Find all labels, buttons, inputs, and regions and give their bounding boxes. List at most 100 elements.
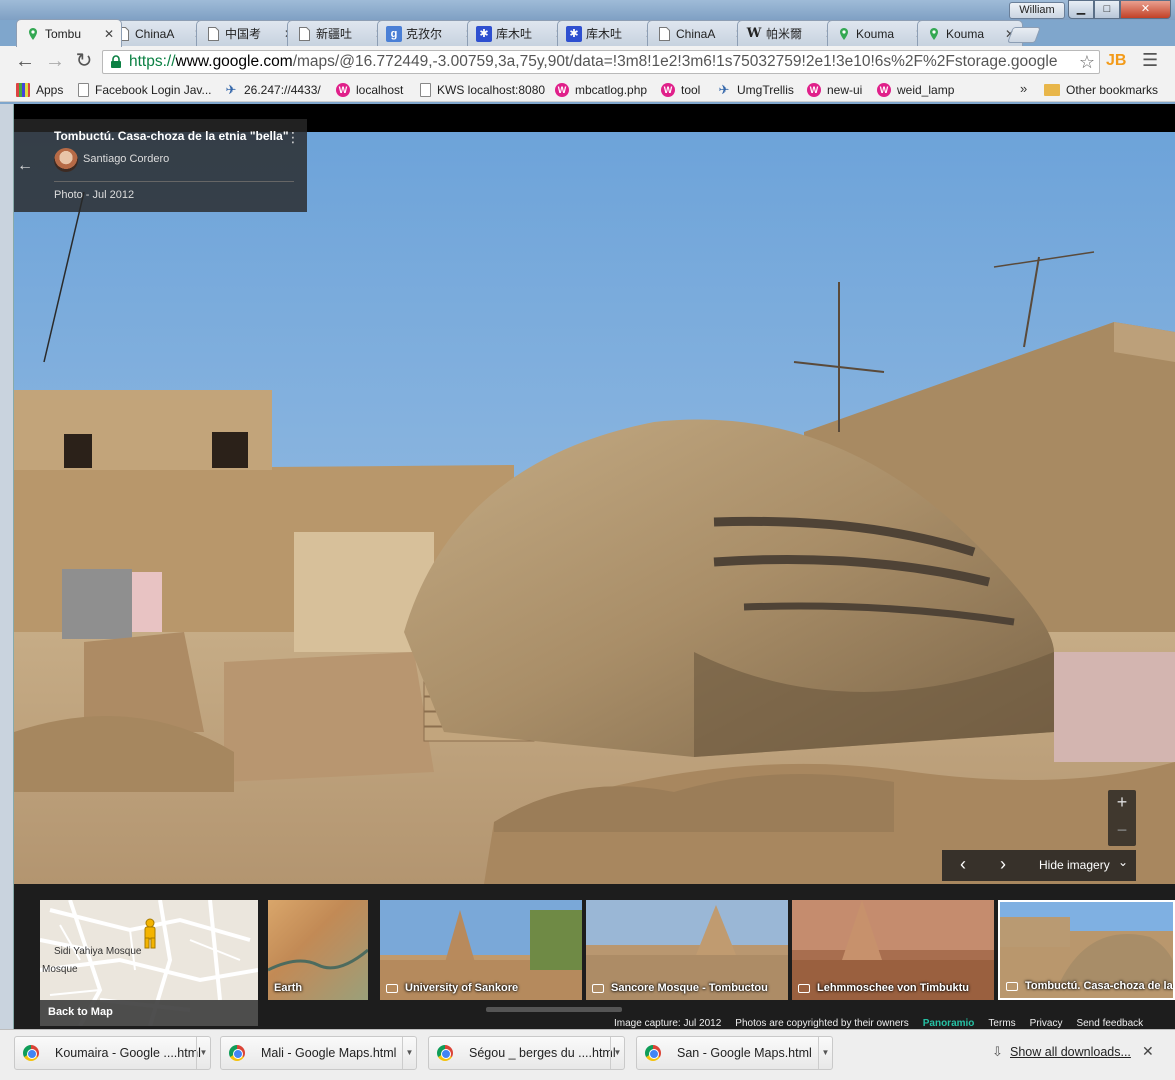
photo-title: Tombuctú. Casa-choza de la etnia "bella"	[54, 129, 289, 143]
close-window-button[interactable]: ✕	[1120, 0, 1171, 19]
desktop-edge	[0, 104, 14, 1029]
thumbnail-lehmmoschee[interactable]: Lehmmoschee von Timbuktu	[792, 900, 994, 1000]
maximize-button[interactable]: □	[1094, 0, 1120, 19]
w-icon: W	[336, 83, 350, 97]
url-scheme: https://	[129, 53, 176, 70]
map-label-mosque: Mosque	[42, 964, 78, 975]
bookmark-tool[interactable]: Wtool	[661, 81, 700, 99]
address-bar[interactable]: https://www.google.com/maps/@16.772449,-…	[102, 50, 1100, 74]
tab-close-icon[interactable]: ✕	[103, 27, 115, 41]
thumbnail-label: University of Sankore	[386, 982, 518, 994]
bookmark-label: Apps	[36, 83, 64, 97]
tab-title: 帕米爾	[766, 27, 803, 41]
thumbnail-earth[interactable]: Earth	[268, 900, 368, 1000]
zoom-in-button[interactable]: +	[1108, 792, 1136, 816]
jetbrains-extension-icon[interactable]: JB	[1106, 52, 1126, 70]
back-arrow-icon[interactable]: ←	[14, 119, 36, 212]
chrome-icon	[229, 1045, 245, 1061]
tab-title: ChinaA	[135, 26, 175, 41]
bookmark-26-247[interactable]: ✈ 26.247://4433/	[224, 81, 321, 99]
send-feedback-link[interactable]: Send feedback	[1076, 1018, 1143, 1029]
bookmark-kws-localhost[interactable]: KWS localhost:8080	[420, 81, 545, 99]
camera-icon	[1006, 981, 1018, 991]
plane-icon: ✈	[718, 82, 730, 97]
zoom-out-button[interactable]: −	[1108, 820, 1136, 844]
chevron-down-icon[interactable]: ▼	[196, 1037, 210, 1069]
browser-toolbar: ← → ↻ https://www.google.com/maps/@16.77…	[0, 46, 1175, 78]
imagery-control-bar: ‹ › Hide imagery ⌄	[942, 850, 1136, 881]
w-icon: W	[807, 83, 821, 97]
google-maps-icon	[836, 26, 852, 42]
url-path: /maps/@16.772449,-3.00759,3a,75y,90t/dat…	[292, 53, 1058, 70]
w-icon: W	[661, 83, 675, 97]
back-to-map-button[interactable]: Back to Map	[40, 1000, 258, 1026]
download-item-san[interactable]: San - Google Maps.html ▼	[636, 1036, 833, 1070]
image-capture-date: Image capture: Jul 2012	[614, 1018, 722, 1029]
download-item-mali[interactable]: Mali - Google Maps.html ▼	[220, 1036, 417, 1070]
download-item-segou[interactable]: Ségou _ berges du ....html ▼	[428, 1036, 625, 1070]
camera-icon	[798, 983, 810, 993]
bookmark-label: 26.247://4433/	[244, 83, 321, 97]
strip-scrollbar[interactable]	[486, 1007, 622, 1012]
back-arrow-icon[interactable]: ←	[14, 51, 36, 73]
street-photo[interactable]	[14, 132, 1175, 884]
bookmark-label: KWS localhost:8080	[437, 83, 546, 97]
bookmark-mbcatlog[interactable]: Wmbcatlog.php	[555, 81, 647, 99]
more-options-icon[interactable]: ⋮	[286, 129, 300, 146]
panoramio-logo[interactable]: Panoramio	[923, 1018, 975, 1029]
privacy-link[interactable]: Privacy	[1030, 1018, 1063, 1029]
bookmark-weid-lamp[interactable]: Wweid_lamp	[877, 81, 954, 99]
bookmarks-overflow-chevron[interactable]: »	[1020, 81, 1027, 96]
new-tab-button[interactable]	[1007, 27, 1041, 43]
author-name[interactable]: Santiago Cordero	[83, 153, 169, 165]
w-icon: W	[877, 83, 891, 97]
thumbnail-tombuctu-casa-choza[interactable]: Tombuctú. Casa-choza de la	[998, 900, 1175, 1000]
terms-link[interactable]: Terms	[988, 1018, 1015, 1029]
close-downloads-icon[interactable]: ✕	[1142, 1043, 1154, 1060]
imagery-strip: Sidi Yahiya Mosque Mosque Back to Map Ea…	[14, 884, 1175, 1029]
forward-arrow-icon[interactable]: →	[44, 51, 66, 73]
double-chevron-down-icon[interactable]: ⌄	[1118, 855, 1128, 869]
bookmark-umgtrellis[interactable]: ✈ UmgTrellis	[717, 81, 794, 99]
pegman-icon[interactable]	[140, 918, 160, 950]
profile-button[interactable]: William	[1009, 2, 1065, 19]
thumbnail-label: Tombuctú. Casa-choza de la	[1006, 980, 1173, 992]
minimize-button[interactable]: ▁	[1068, 0, 1094, 19]
url-text: https://www.google.com/maps/@16.772449,-…	[129, 53, 1057, 71]
thumbnail-label: Sancore Mosque - Tombuctou	[592, 982, 768, 994]
bookmark-facebook-login[interactable]: Facebook Login Jav...	[78, 81, 212, 99]
document-icon	[205, 26, 221, 42]
photo-date: Photo - Jul 2012	[54, 189, 135, 201]
lock-icon	[111, 55, 121, 68]
chevron-down-icon[interactable]: ▼	[818, 1037, 832, 1069]
chevron-right-icon[interactable]: ›	[990, 854, 1016, 878]
chevron-left-icon[interactable]: ‹	[950, 854, 976, 878]
downloads-bar: Koumaira - Google ....html ▼ Mali - Goog…	[0, 1029, 1175, 1080]
author-avatar[interactable]	[54, 148, 78, 172]
reload-icon[interactable]: ↻	[73, 51, 95, 73]
thumbnail-sancore-mosque[interactable]: Sancore Mosque - Tombuctou	[586, 900, 788, 1000]
thumbnail-label: Earth	[274, 982, 303, 994]
divider	[54, 181, 294, 182]
tab-title: ChinaA	[676, 26, 716, 41]
bookmark-label: weid_lamp	[897, 83, 955, 97]
show-all-downloads-link[interactable]: Show all downloads...	[1010, 1045, 1131, 1059]
chrome-menu-icon[interactable]: ☰	[1142, 50, 1158, 71]
bookmark-localhost[interactable]: Wlocalhost	[336, 81, 403, 99]
bookmark-new-ui[interactable]: Wnew-ui	[807, 81, 862, 99]
hide-imagery-button[interactable]: Hide imagery	[1039, 858, 1110, 872]
thumbnail-university-of-sankore[interactable]: University of Sankore	[380, 900, 582, 1000]
plane-icon: ✈	[225, 82, 237, 97]
bookmark-label: new-ui	[827, 83, 863, 97]
baidu-paw-icon: ✱	[566, 25, 582, 42]
tab-tombuctu[interactable]: Tombu ✕	[16, 19, 122, 47]
other-bookmarks-folder[interactable]: Other bookmarks	[1044, 81, 1158, 99]
chevron-down-icon[interactable]: ▼	[402, 1037, 416, 1069]
bookmark-star-icon[interactable]: ☆	[1076, 52, 1097, 73]
minimap[interactable]: Sidi Yahiya Mosque Mosque Back to Map	[40, 900, 258, 1026]
tab-title: 克孜尔	[406, 27, 443, 41]
bookmark-apps[interactable]: Apps	[16, 81, 63, 99]
chevron-down-icon[interactable]: ▼	[610, 1037, 624, 1069]
window-titlebar: William ▁ □ ✕	[0, 0, 1175, 20]
download-item-koumaira[interactable]: Koumaira - Google ....html ▼	[14, 1036, 211, 1070]
